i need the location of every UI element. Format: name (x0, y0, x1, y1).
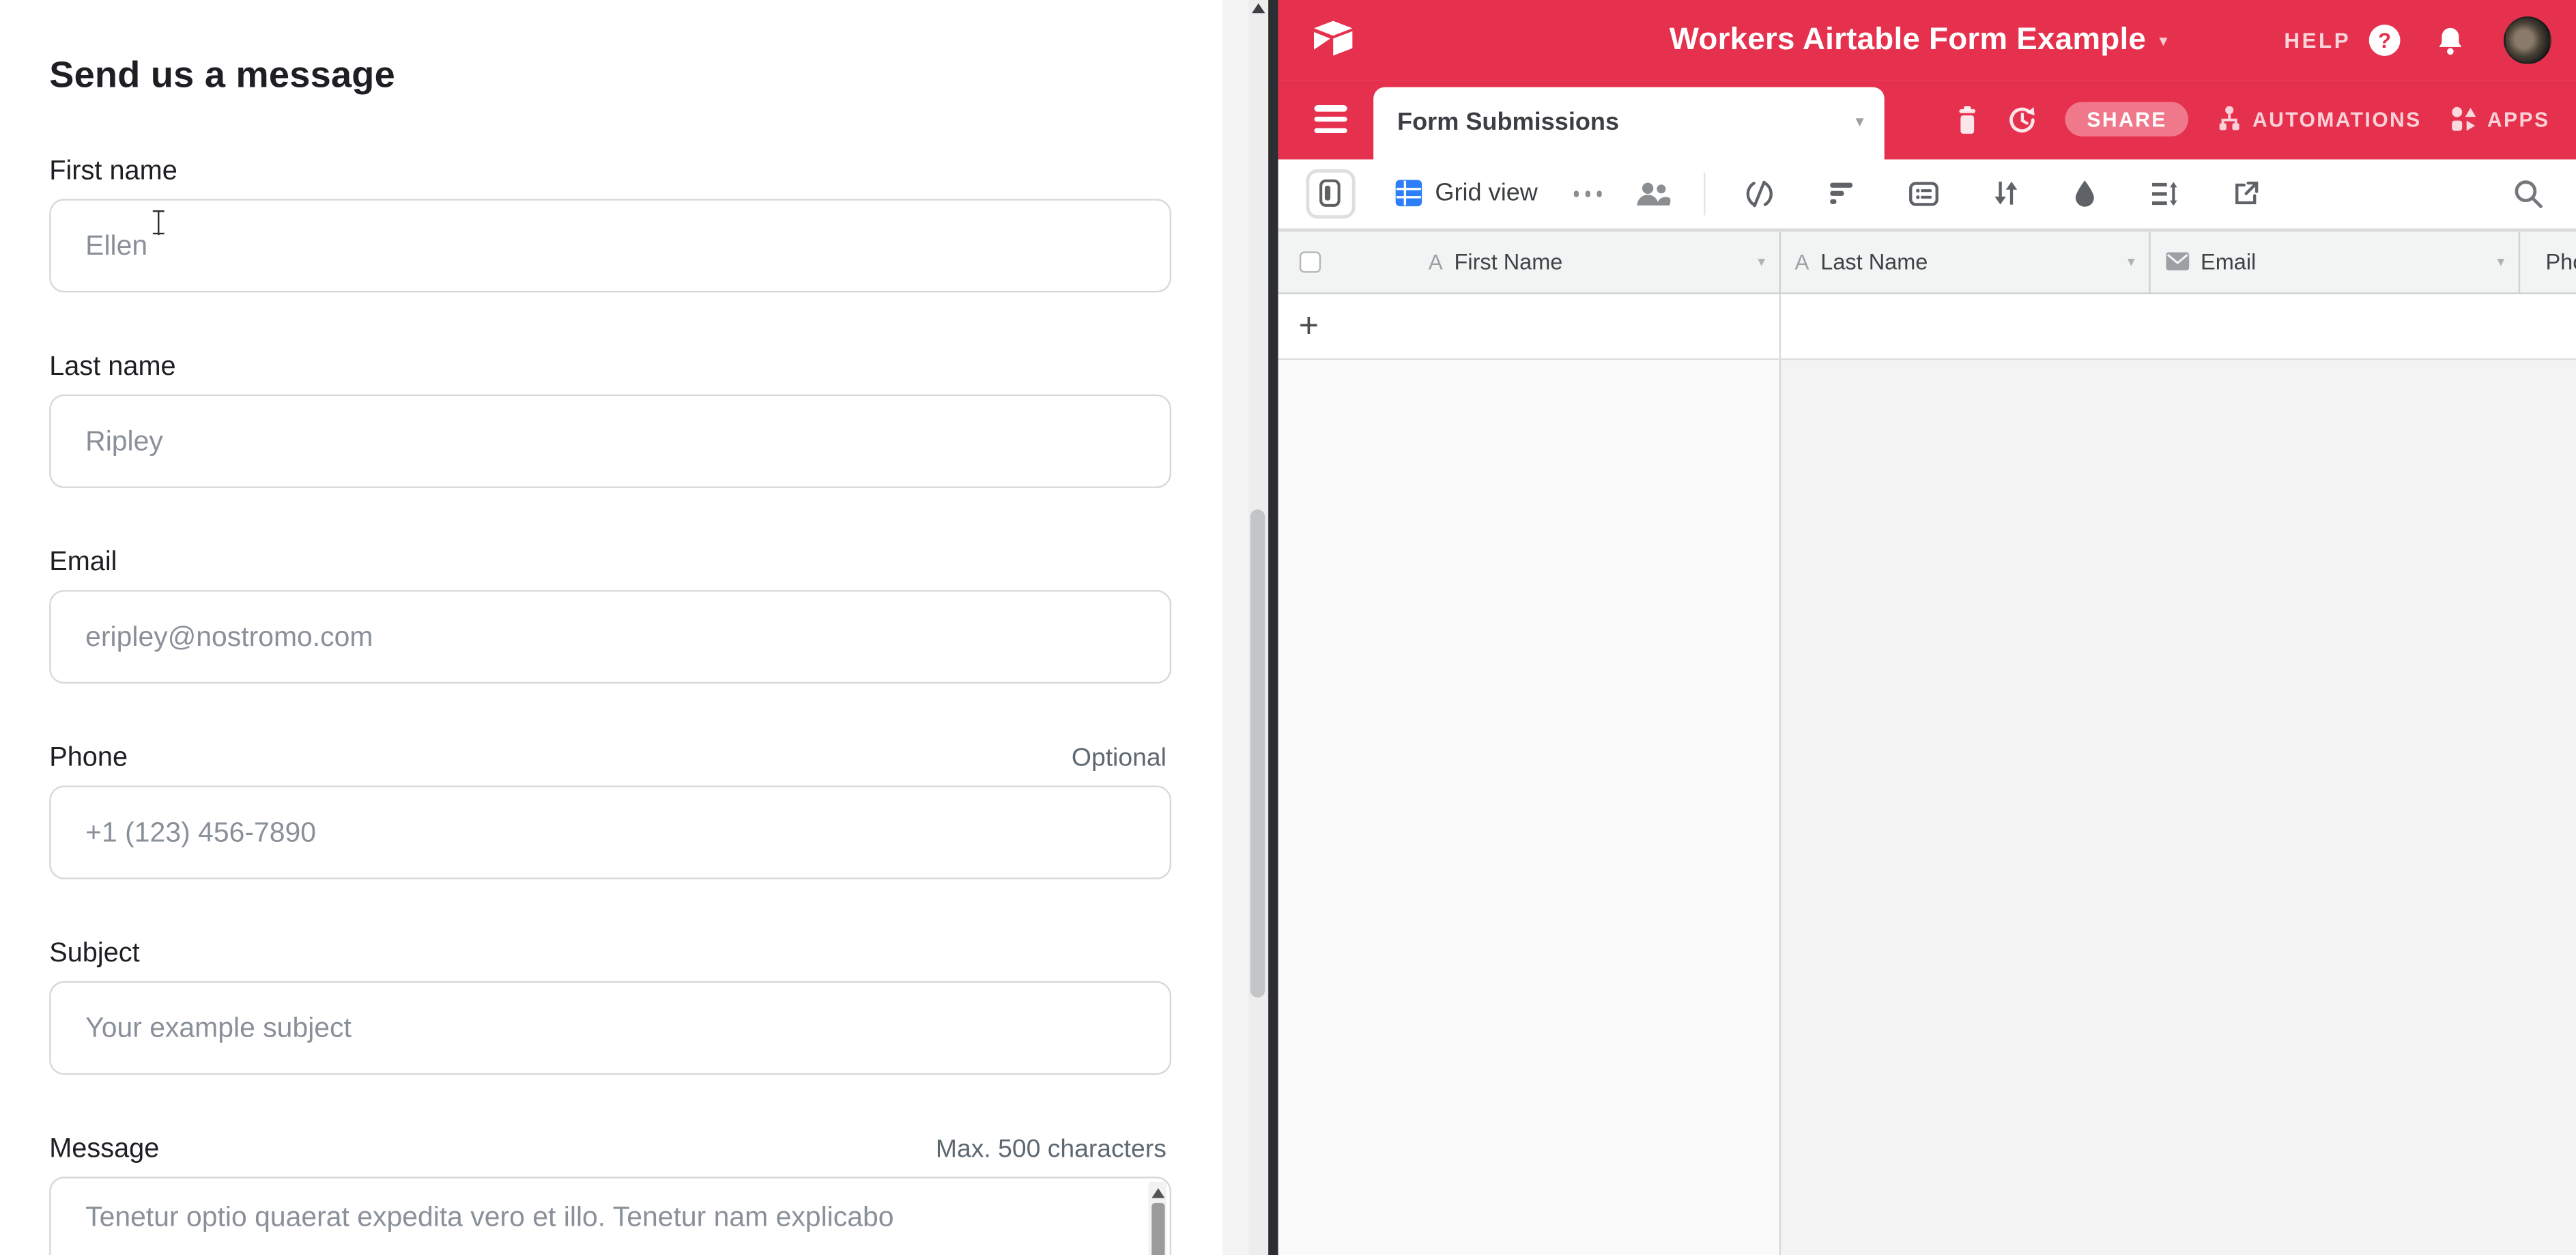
automations-button[interactable]: AUTOMATIONS (2216, 106, 2422, 134)
grid-empty-right (1781, 360, 2576, 1255)
table-tabbar: Form Submissions ▾ (1277, 81, 2576, 158)
grid-empty-area (1277, 360, 2576, 1255)
chevron-down-icon[interactable]: ▾ (2117, 253, 2134, 271)
subject-field: Subject (49, 938, 1167, 1075)
scroll-up-arrow-icon[interactable] (1151, 1188, 1164, 1198)
base-title-menu[interactable]: Workers Airtable Form Example ▾ (1670, 22, 2168, 58)
automations-icon (2216, 106, 2243, 134)
airtable-logo-icon[interactable] (1310, 18, 1354, 67)
email-label: Email (49, 547, 117, 578)
tables-menu-icon[interactable] (1313, 106, 1346, 133)
phone-optional-helper: Optional (1072, 744, 1167, 774)
page-gutter (1222, 0, 1249, 1255)
view-toolbar: Grid view (1277, 158, 2576, 231)
grid-header-row: A First Name ▾ A Last Name ▾ Email ▾ (1277, 231, 2576, 294)
message-label: Message (49, 1134, 159, 1166)
help-button[interactable]: HELP (2284, 28, 2351, 53)
collaborators-icon[interactable] (1635, 181, 1671, 208)
filter-icon[interactable] (1829, 182, 1855, 206)
sidebar-toggle-icon (1319, 180, 1341, 208)
automations-label: AUTOMATIONS (2252, 108, 2422, 131)
history-icon[interactable] (2008, 104, 2037, 134)
view-options-ellipsis-icon[interactable] (1574, 191, 1602, 197)
first-name-label: First name (49, 156, 177, 188)
page-scrollbar-thumb[interactable] (1250, 509, 1265, 998)
apps-button[interactable]: APPS (2450, 106, 2550, 134)
chevron-down-icon[interactable]: ▾ (1748, 253, 1765, 271)
message-textarea[interactable]: Tenetur optio quaerat expedita vero et i… (49, 1176, 1171, 1255)
grid-column-divider (1779, 294, 1781, 358)
chevron-down-icon: ▾ (1856, 113, 1864, 131)
share-button[interactable]: SHARE (2065, 102, 2188, 137)
row-height-icon[interactable] (2151, 181, 2179, 208)
message-scrollbar[interactable] (1148, 1182, 1166, 1255)
phone-label: Phone (49, 743, 128, 774)
tab-form-submissions[interactable]: Form Submissions ▾ (1373, 86, 1884, 158)
last-name-input[interactable] (49, 395, 1171, 488)
last-name-field: Last name (49, 352, 1167, 488)
add-record-row[interactable]: + (1277, 294, 2576, 360)
email-field: Email (49, 547, 1167, 683)
subject-label: Subject (49, 938, 139, 970)
base-title: Workers Airtable Form Example (1670, 22, 2146, 58)
single-line-text-icon: A (1795, 250, 1809, 274)
message-maxchars-helper: Max. 500 characters (936, 1136, 1167, 1165)
row-select-gutter (1277, 232, 1414, 292)
add-record-plus-icon[interactable]: + (1299, 309, 1319, 343)
phone-field: Phone Optional (49, 743, 1167, 879)
avatar[interactable] (2504, 16, 2551, 64)
last-name-label: Last name (49, 352, 175, 383)
message-text-preview: Tenetur optio quaerat expedita vero et i… (85, 1201, 893, 1234)
contact-form-pane: Send us a message First name Last name E… (0, 0, 1222, 1255)
search-icon[interactable] (2514, 179, 2543, 208)
grid-view-icon (1394, 180, 1422, 208)
group-icon[interactable] (1909, 181, 1938, 208)
first-name-input[interactable] (49, 199, 1171, 292)
trash-icon[interactable] (1956, 104, 1980, 134)
message-field: Message Max. 500 characters Tenetur opti… (49, 1134, 1167, 1255)
grid-empty-left (1277, 360, 1779, 1255)
page-scrollbar[interactable] (1248, 0, 1268, 1255)
share-view-icon[interactable] (2233, 181, 2259, 208)
grid-column-divider (1779, 360, 1781, 1255)
single-line-text-icon: A (1429, 250, 1443, 274)
select-all-checkbox[interactable] (1299, 251, 1321, 273)
sort-icon[interactable] (1992, 180, 2019, 208)
scroll-up-arrow-icon[interactable] (1251, 3, 1264, 13)
email-input[interactable] (49, 590, 1171, 683)
view-switcher[interactable]: Grid view (1394, 180, 1538, 208)
email-field-icon (2164, 252, 2189, 272)
table-tab-label: Form Submissions (1397, 109, 1619, 137)
chevron-down-icon: ▾ (2159, 29, 2167, 51)
apps-label: APPS (2487, 108, 2550, 131)
toolbar-divider (1704, 173, 1705, 216)
first-name-field: First name (49, 156, 1167, 293)
screen: Send us a message First name Last name E… (0, 0, 2576, 1255)
phone-input[interactable] (49, 785, 1171, 879)
chevron-down-icon[interactable]: ▾ (2487, 253, 2504, 271)
ibeam-mouse-cursor (151, 210, 166, 235)
help-question-icon[interactable]: ? (2369, 25, 2401, 56)
airtable-pane: Workers Airtable Form Example ▾ HELP ? F… (1277, 0, 2576, 1255)
message-scrollbar-thumb[interactable] (1151, 1203, 1164, 1255)
subject-input[interactable] (49, 981, 1171, 1075)
column-header-last-name[interactable]: A Last Name ▾ (1780, 232, 2150, 292)
form-heading: Send us a message (49, 54, 1222, 97)
view-name: Grid view (1435, 180, 1537, 208)
apps-icon (2450, 106, 2478, 134)
color-icon[interactable] (2073, 180, 2096, 208)
column-header-email[interactable]: Email ▾ (2149, 232, 2519, 292)
column-header-first-name[interactable]: A First Name ▾ (1414, 232, 1780, 292)
column-header-phone[interactable]: Phone (2519, 232, 2576, 292)
notifications-bell-icon[interactable] (2436, 25, 2464, 55)
hide-fields-icon[interactable] (1745, 181, 1774, 208)
view-sidebar-toggle-button[interactable] (1305, 169, 1354, 218)
window-split-divider[interactable] (1268, 0, 1277, 1255)
airtable-topbar: Workers Airtable Form Example ▾ HELP ? (1277, 0, 2576, 81)
